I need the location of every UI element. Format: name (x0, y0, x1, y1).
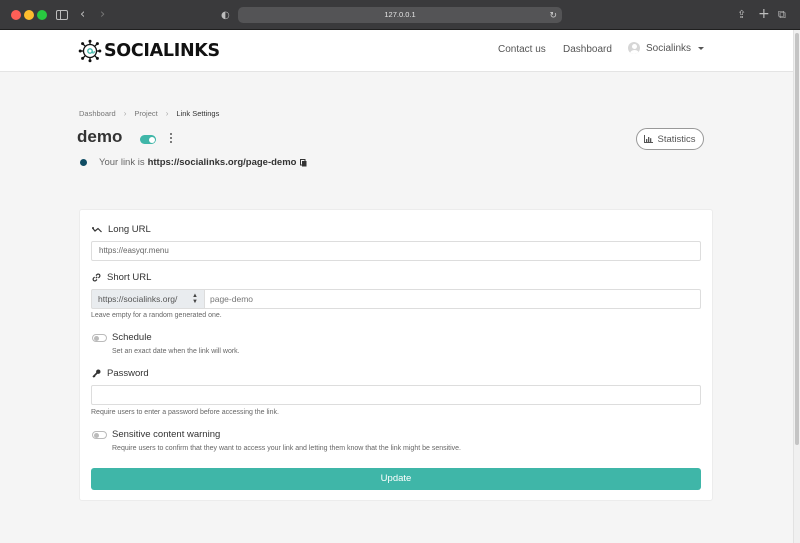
minimize-window-button[interactable] (24, 10, 34, 20)
long-url-label: Long URL (92, 224, 151, 235)
reload-icon[interactable]: ↻ (549, 7, 557, 23)
route-icon (92, 226, 102, 232)
key-icon (92, 369, 101, 378)
sidebar-toggle-icon[interactable] (56, 10, 68, 20)
nav-dashboard-link[interactable]: Dashboard (563, 44, 612, 55)
chevron-down-icon (698, 46, 705, 50)
brand-name: SOCIALINKS (104, 41, 220, 61)
new-tab-icon[interactable]: + (758, 6, 770, 22)
site-navbar: SOCIALINKS Contact us Dashboard Socialin… (0, 30, 793, 72)
browser-toolbar: ‹ › ◐ 127.0.0.1 ↻ ⇪ + ⧉ (0, 0, 800, 30)
breadcrumb-current: Link Settings (176, 109, 220, 118)
short-url-group: https://socialinks.org/ ▲ ▼ page-demo (91, 289, 701, 309)
chevron-right-icon: › (165, 109, 169, 118)
short-url-label-text: Short URL (107, 272, 152, 283)
password-help: Require users to enter a password before… (91, 409, 279, 416)
statistics-button[interactable]: Statistics (636, 128, 704, 150)
chevron-right-icon: › (123, 109, 127, 118)
privacy-shield-icon[interactable]: ◐ (221, 8, 230, 24)
password-input[interactable] (91, 385, 701, 405)
long-url-input[interactable]: https://easyqr.menu (91, 241, 701, 261)
sensitive-warning-help: Require users to confirm that they want … (112, 445, 462, 452)
short-url-help: Leave empty for a random generated one. (91, 312, 222, 319)
site-logo[interactable]: SOCIALINKS (78, 38, 220, 64)
page-scrollbar[interactable] (793, 30, 800, 543)
link-settings-form: Long URL https://easyqr.menu Short URL h… (79, 209, 713, 501)
url-text: 127.0.0.1 (384, 10, 416, 19)
bar-chart-icon (644, 135, 654, 143)
back-icon[interactable]: ‹ (80, 7, 85, 23)
statistics-label: Statistics (657, 133, 696, 145)
password-label-text: Password (107, 368, 149, 379)
breadcrumb: Dashboard › Project › Link Settings (79, 109, 219, 118)
sensitive-warning-switch[interactable] (92, 431, 107, 439)
short-url-label: Short URL (92, 272, 151, 283)
address-bar[interactable]: 127.0.0.1 ↻ (238, 7, 562, 23)
forward-icon[interactable]: › (100, 7, 105, 23)
domain-select-value: https://socialinks.org/ (98, 294, 178, 304)
copy-icon[interactable] (300, 158, 307, 167)
maximize-window-button[interactable] (37, 10, 47, 20)
password-label: Password (92, 368, 149, 379)
more-options-icon[interactable] (168, 133, 174, 146)
status-dot-icon (80, 159, 87, 166)
slug-input[interactable]: page-demo (205, 289, 701, 309)
share-icon[interactable]: ⇪ (737, 7, 746, 23)
nav-contact-link[interactable]: Contact us (498, 44, 546, 55)
schedule-help: Set an exact date when the link will wor… (112, 348, 240, 355)
sensitive-warning-label: Sensitive content warning (112, 429, 221, 440)
page-title: demo (77, 127, 123, 146)
domain-select[interactable]: https://socialinks.org/ ▲ ▼ (91, 289, 205, 309)
user-menu[interactable]: Socialinks (628, 42, 705, 54)
select-arrows-icon: ▲ ▼ (192, 293, 198, 305)
socialinks-logo-icon (78, 39, 102, 63)
link-prefix: Your link is (99, 157, 145, 168)
breadcrumb-dashboard[interactable]: Dashboard (79, 109, 116, 118)
avatar (628, 42, 640, 54)
close-window-button[interactable] (11, 10, 21, 20)
user-name: Socialinks (646, 42, 692, 54)
breadcrumb-project[interactable]: Project (134, 109, 157, 118)
update-button[interactable]: Update (91, 468, 701, 490)
link-info: Your link is https://socialinks.org/page… (80, 157, 307, 168)
scrollbar-thumb[interactable] (795, 33, 799, 445)
tab-overview-icon[interactable]: ⧉ (778, 7, 786, 23)
link-icon (92, 273, 101, 282)
link-url[interactable]: https://socialinks.org/page-demo (148, 157, 297, 168)
link-enabled-toggle[interactable] (140, 135, 156, 144)
long-url-label-text: Long URL (108, 224, 151, 235)
schedule-label: Schedule (112, 332, 152, 343)
schedule-switch[interactable] (92, 334, 107, 342)
